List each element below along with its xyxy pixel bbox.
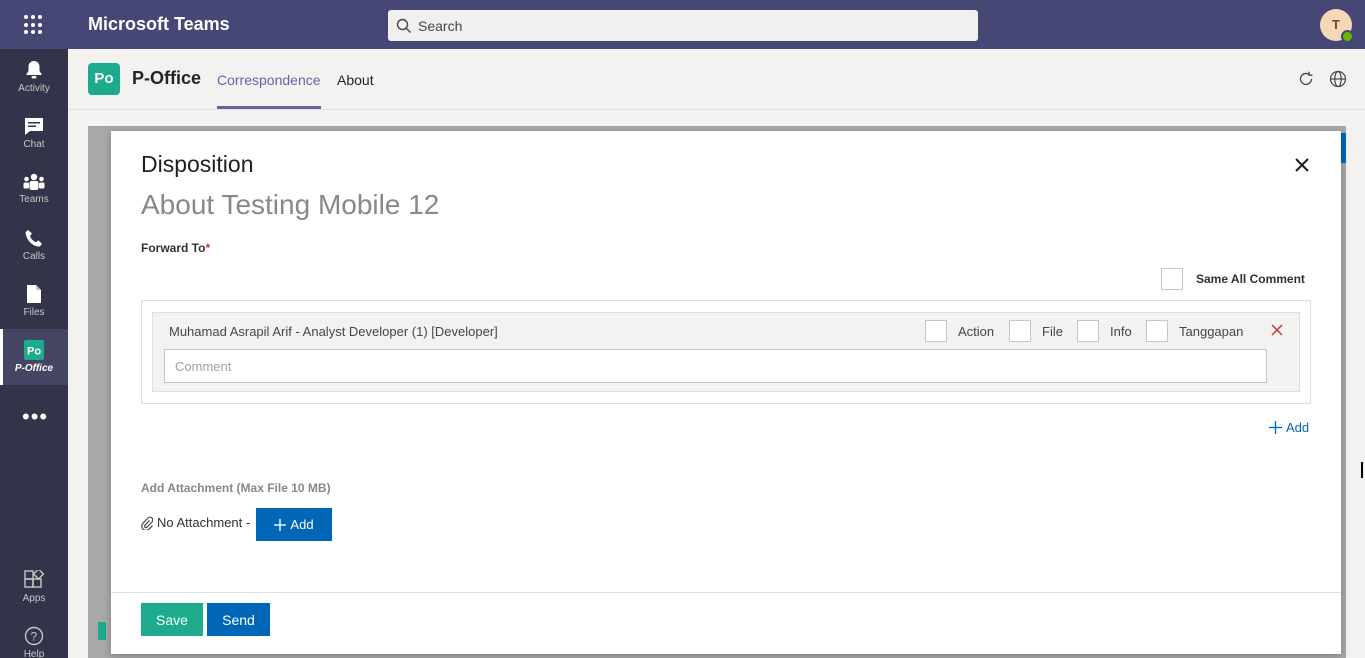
comment-input[interactable] <box>164 349 1267 383</box>
option-info[interactable]: Info <box>1077 320 1132 342</box>
p-office-icon: Po <box>24 340 44 360</box>
recipient-name: Muhamad Asrapil Arif - Analyst Developer… <box>169 324 498 339</box>
rail-item-label: Teams <box>19 194 49 205</box>
required-mark: * <box>205 241 211 255</box>
option-label: File <box>1042 323 1063 339</box>
recipient-row: Muhamad Asrapil Arif - Analyst Developer… <box>152 312 1300 392</box>
recipient-list: Muhamad Asrapil Arif - Analyst Developer… <box>141 300 1311 404</box>
option-tanggapan[interactable]: Tanggapan <box>1146 320 1243 342</box>
rail-item-p-office[interactable]: Po P-Office <box>0 329 68 385</box>
app-title: Microsoft Teams <box>88 14 230 34</box>
avatar[interactable]: T <box>1320 9 1354 43</box>
svg-text:Po: Po <box>27 346 41 358</box>
file-icon <box>27 285 41 303</box>
send-button[interactable]: Send <box>207 603 270 636</box>
rail-item-files[interactable]: Files <box>0 273 68 329</box>
refresh-icon[interactable] <box>1297 70 1315 88</box>
attachment-label: Add Attachment (Max File 10 MB) <box>141 481 331 495</box>
dialog-title: Disposition <box>141 151 254 177</box>
no-attachment-text: No Attachment - <box>157 515 251 530</box>
phone-icon <box>25 229 42 247</box>
rail-item-activity[interactable]: Activity <box>0 49 68 105</box>
dialog-subtitle: About Testing Mobile 12 <box>141 189 440 220</box>
paperclip-icon <box>141 516 153 530</box>
more-apps-icon[interactable]: ••• <box>22 404 48 430</box>
rail-item-label: P-Office <box>14 363 54 374</box>
rail-item-label: Apps <box>22 593 46 604</box>
option-label: Tanggapan <box>1179 323 1244 339</box>
status-available-icon <box>1341 30 1354 43</box>
background-marker <box>98 622 106 640</box>
search-input[interactable] <box>418 17 958 34</box>
plus-icon <box>274 518 287 531</box>
same-all-comment-option[interactable]: Same All Comment <box>1161 268 1305 290</box>
option-label: Action <box>958 323 995 339</box>
option-action[interactable]: Action <box>925 320 994 342</box>
text-cursor <box>1361 462 1363 478</box>
bell-icon <box>26 61 42 79</box>
file-checkbox[interactable] <box>1009 320 1031 342</box>
plus-icon <box>1269 421 1282 434</box>
tab-correspondence[interactable]: Correspondence <box>217 72 321 88</box>
rail-item-label: Help <box>23 649 45 658</box>
same-all-comment-checkbox[interactable] <box>1161 268 1183 290</box>
rail-item-calls[interactable]: Calls <box>0 217 68 273</box>
add-recipient-link[interactable]: Add <box>1269 420 1309 435</box>
option-label: Info <box>1110 323 1132 339</box>
rail-item-label: Chat <box>23 138 45 150</box>
app-header: Po P-Office Correspondence About <box>68 49 1365 110</box>
action-checkbox[interactable] <box>925 320 947 342</box>
rail-item-label: Files <box>23 307 45 318</box>
close-icon[interactable] <box>1295 158 1309 172</box>
add-attachment-label: Add <box>290 517 314 532</box>
left-rail: Activity Chat Teams Calls Files Po P-Off… <box>0 49 68 658</box>
apps-icon <box>24 570 44 588</box>
rail-item-teams[interactable]: Teams <box>0 161 68 217</box>
remove-recipient-icon[interactable] <box>1271 324 1283 336</box>
help-icon: ? <box>24 626 44 646</box>
search-icon <box>396 18 411 33</box>
teams-icon <box>23 173 45 190</box>
attachment-status: No Attachment - <box>141 515 250 530</box>
tanggapan-checkbox[interactable] <box>1146 320 1168 342</box>
search-box[interactable] <box>388 10 978 41</box>
disposition-dialog: Disposition About Testing Mobile 12 Forw… <box>111 131 1341 654</box>
rail-item-label: Activity <box>18 83 50 94</box>
info-checkbox[interactable] <box>1077 320 1099 342</box>
globe-icon[interactable] <box>1329 70 1347 88</box>
footer-divider <box>111 592 1341 593</box>
add-recipient-label: Add <box>1286 420 1310 435</box>
active-tab-indicator <box>217 106 321 109</box>
app-name: P-Office <box>132 68 202 88</box>
chat-icon <box>25 117 43 135</box>
app-launcher-icon[interactable] <box>22 13 46 37</box>
same-all-comment-label: Same All Comment <box>1196 272 1305 286</box>
svg-text:?: ? <box>31 630 38 644</box>
forward-to-label: Forward To* <box>141 241 210 255</box>
p-office-logo: Po <box>88 63 120 95</box>
add-attachment-button[interactable]: Add <box>256 508 332 541</box>
tab-about[interactable]: About <box>337 72 374 88</box>
top-bar: Microsoft Teams T <box>0 0 1365 49</box>
rail-item-label: Calls <box>22 250 46 262</box>
avatar-initial: T <box>1332 17 1340 32</box>
rail-item-apps[interactable]: Apps <box>0 559 68 615</box>
rail-item-help[interactable]: ? Help <box>0 615 68 658</box>
rail-item-chat[interactable]: Chat <box>0 105 68 161</box>
forward-to-text: Forward To <box>141 241 206 255</box>
save-button[interactable]: Save <box>141 603 203 636</box>
option-file[interactable]: File <box>1009 320 1063 342</box>
